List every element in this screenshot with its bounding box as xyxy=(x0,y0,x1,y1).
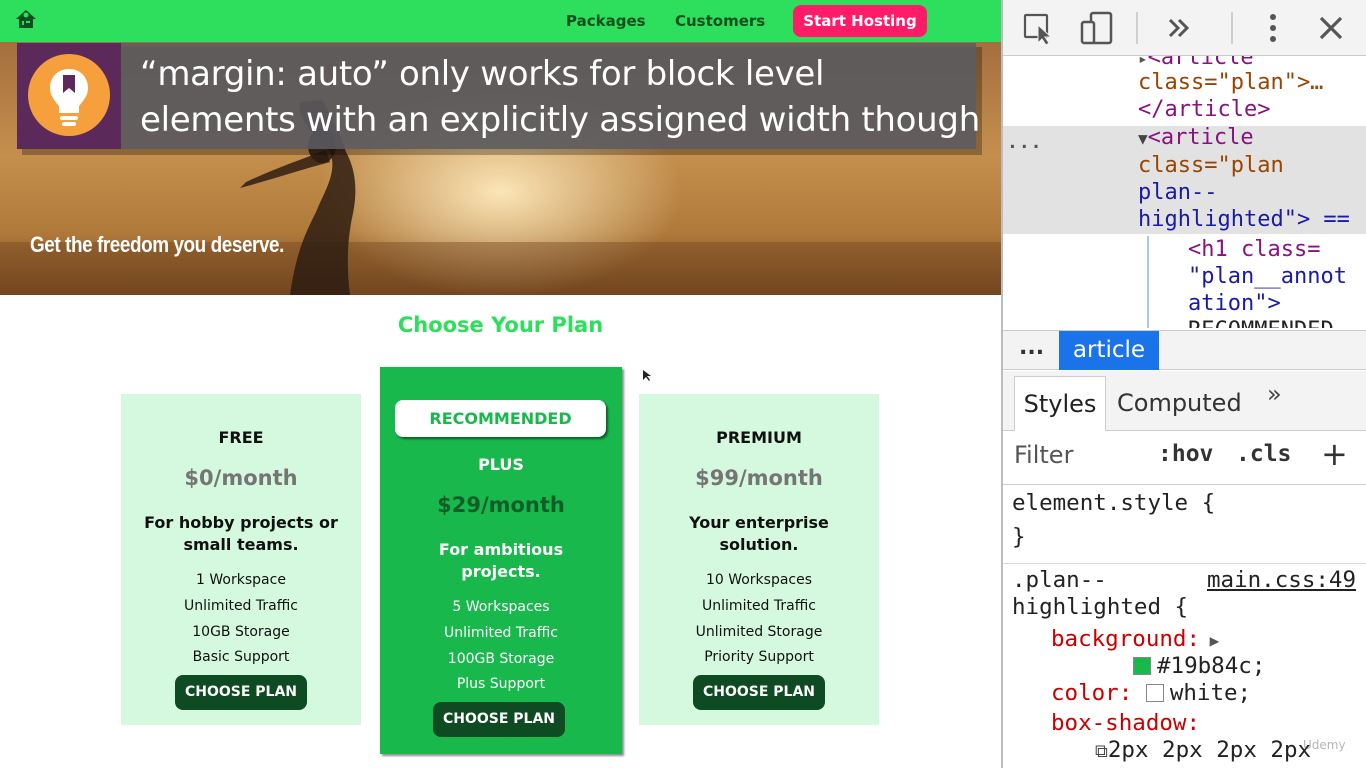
plan-subtitle: Your enterprise solution. xyxy=(689,513,829,554)
main-navbar: Packages Customers Start Hosting xyxy=(0,0,1001,42)
new-style-rule-button[interactable]: + xyxy=(1321,435,1348,473)
nav-link-customers[interactable]: Customers xyxy=(675,12,765,30)
dom-tag: <article xyxy=(1147,125,1254,150)
elements-dom-tree[interactable]: ... ▸<article class="plan">… </article> … xyxy=(1003,56,1366,328)
tab-computed[interactable]: Computed xyxy=(1117,376,1242,431)
dom-row-ellipsis[interactable]: ... xyxy=(1007,129,1043,157)
plan-card-free: FREE $0/month For hobby projects or smal… xyxy=(121,394,361,725)
css-property-value: 2px 2px 2px 2px xyxy=(1107,737,1312,763)
styles-filter-input[interactable]: Filter xyxy=(1014,441,1073,469)
plan-price: $29/month xyxy=(437,493,565,517)
dom-line: RECOMMENDED xyxy=(1188,317,1334,328)
css-property-value: #19b84c; xyxy=(1157,653,1266,679)
plan-price: $0/month xyxy=(184,466,298,490)
plan-feature: 10 Workspaces xyxy=(705,572,813,588)
css-property-name[interactable]: box-shadow: xyxy=(1051,710,1200,737)
dom-line: class="plan xyxy=(1138,153,1284,178)
choose-plan-button-free[interactable]: CHOOSE PLAN xyxy=(175,675,307,710)
choose-plan-button-premium[interactable]: CHOOSE PLAN xyxy=(693,675,825,710)
rule-selector[interactable]: highlighted { xyxy=(1012,594,1188,621)
plan-subtitle: For ambitious projects. xyxy=(438,540,564,581)
hero-tagline: Get the freedom you deserve. xyxy=(30,232,284,257)
dom-line: plan-- xyxy=(1138,180,1218,205)
plan-feature: Plus Support xyxy=(456,676,546,693)
color-swatch[interactable] xyxy=(1145,684,1164,702)
lightbulb-icon xyxy=(28,54,110,136)
plan-feature: Unlimited Traffic xyxy=(184,597,298,614)
dom-line: "plan__annot xyxy=(1188,264,1347,289)
css-value-line[interactable]: #19b84c; xyxy=(1133,653,1265,680)
plan-feature: Unlimited Traffic xyxy=(702,597,816,614)
inspect-element-icon[interactable] xyxy=(1021,10,1057,46)
toolbar-separator xyxy=(1231,12,1233,44)
plan-feature: Unlimited Traffic xyxy=(444,624,558,641)
kebab-menu-icon[interactable] xyxy=(1255,10,1291,46)
plan-features-list: 10 Workspaces Unlimited Traffic Unlimite… xyxy=(639,568,879,671)
plan-card-premium: PREMIUM $99/month Your enterprise soluti… xyxy=(639,394,879,725)
udemy-watermark: Udemy xyxy=(1303,738,1346,752)
dom-breadcrumb: ... article xyxy=(1003,330,1366,370)
element-style-selector[interactable]: element.style { xyxy=(1012,490,1215,517)
plan-feature: 1 Workspace xyxy=(196,572,286,588)
dom-line: ation"> xyxy=(1188,291,1281,316)
tab-styles[interactable]: Styles xyxy=(1014,376,1106,431)
more-tabs-icon[interactable]: » xyxy=(1267,380,1282,408)
plan-feature: Basic Support xyxy=(192,649,290,666)
section-heading-choose-plan: Choose Your Plan xyxy=(397,313,604,337)
rule-close-brace: } xyxy=(1012,524,1026,550)
plan-feature: 10GB Storage xyxy=(192,623,290,640)
nav-link-packages[interactable]: Packages xyxy=(566,12,646,30)
dom-line: <h1 class= xyxy=(1188,237,1321,262)
mouse-pointer-icon xyxy=(643,370,651,381)
dom-line: </article> xyxy=(1138,97,1271,122)
plan-subtitle: For hobby projects or small teams. xyxy=(144,513,338,554)
plan-title: PLUS xyxy=(478,455,524,474)
breadcrumb-ellipsis[interactable]: ... xyxy=(1019,335,1044,360)
dom-indent-guide xyxy=(1147,236,1149,328)
breadcrumb-item-article[interactable]: article xyxy=(1059,331,1159,370)
plan-title: FREE xyxy=(218,428,264,447)
styles-pane-tabs: Styles Computed » xyxy=(1003,371,1366,431)
plan-feature: Priority Support xyxy=(704,649,814,666)
plan-card-plus-highlighted: RECOMMENDED PLUS $29/month For ambitious… xyxy=(380,367,622,754)
dom-line: class="plan">… xyxy=(1138,70,1324,95)
css-property-value: white; xyxy=(1169,680,1252,706)
choose-plan-button-plus[interactable]: CHOOSE PLAN xyxy=(433,702,565,737)
dom-tag: <article xyxy=(1147,56,1254,70)
source-link[interactable]: main.css:49 xyxy=(1207,567,1356,594)
devtools-toolbar xyxy=(1003,0,1366,56)
plan-feature: Unlimited Storage xyxy=(695,623,823,640)
recommended-annotation: RECOMMENDED xyxy=(395,400,606,437)
css-rules-list: element.style { } .plan-- main.css:49 hi… xyxy=(1003,486,1366,768)
plan-title: PREMIUM xyxy=(716,428,802,447)
tooltip-icon-box xyxy=(17,43,121,149)
plan-features-list: 1 Workspace Unlimited Traffic 10GB Stora… xyxy=(121,568,361,671)
css-value-line[interactable]: ⧉2px 2px 2px 2px xyxy=(1095,737,1311,765)
close-icon[interactable] xyxy=(1313,10,1349,46)
toolbar-separator xyxy=(1136,12,1138,44)
color-swatch[interactable] xyxy=(1133,657,1151,675)
css-property-name: color: xyxy=(1051,680,1133,706)
styles-filter-bar: Filter :hov .cls + xyxy=(1003,431,1366,485)
hov-toggle-button[interactable]: :hov xyxy=(1158,441,1213,467)
css-property-line[interactable]: background: ▶ xyxy=(1051,626,1219,654)
devtools-panel: ... ▸<article class="plan">… </article> … xyxy=(1001,0,1366,768)
plan-price: $99/month xyxy=(695,466,823,490)
cls-toggle-button[interactable]: .cls xyxy=(1236,441,1291,467)
css-property-name: background: xyxy=(1051,626,1201,652)
tooltip-text: “margin: auto” only works for block leve… xyxy=(140,54,980,140)
device-toolbar-icon[interactable] xyxy=(1079,10,1115,46)
dom-line: highlighted"> == xyxy=(1138,207,1350,232)
house-logo-icon[interactable] xyxy=(14,7,38,31)
plan-feature: 100GB Storage xyxy=(447,650,555,667)
webpage-viewport: Get the freedom you deserve. Packages Cu… xyxy=(0,0,1001,768)
dom-line: ▼<article xyxy=(1138,125,1254,150)
more-panels-icon[interactable] xyxy=(1161,10,1197,46)
css-property-line[interactable]: color: white; xyxy=(1051,680,1251,707)
rule-selector[interactable]: .plan-- xyxy=(1012,567,1107,594)
start-hosting-button[interactable]: Start Hosting xyxy=(793,5,927,37)
rule-divider xyxy=(1003,563,1366,564)
plan-feature: 5 Workspaces xyxy=(452,599,550,615)
plan-features-list: 5 Workspaces Unlimited Traffic 100GB Sto… xyxy=(380,595,622,698)
